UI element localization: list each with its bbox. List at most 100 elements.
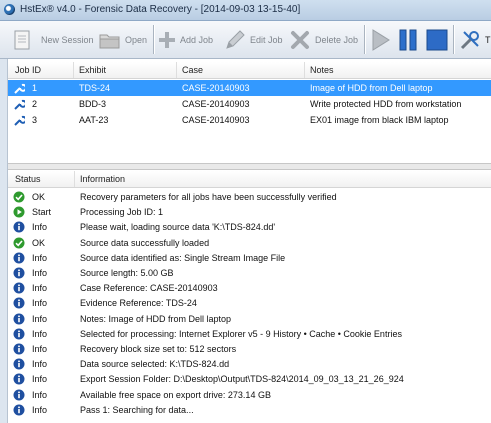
status-cell: OK: [32, 192, 46, 202]
info-icon: [13, 221, 25, 233]
log-row[interactable]: Info Source data identified as: Single St…: [8, 250, 491, 265]
job-id-cell: 2: [32, 99, 38, 109]
column-header-notes[interactable]: Notes: [310, 65, 334, 75]
information-cell: Source data identified as: Single Stream…: [80, 252, 286, 263]
status-cell: Info: [32, 344, 48, 354]
information-cell: Source data successfully loaded: [80, 237, 210, 248]
log-row[interactable]: Info Selected for processing: Internet Ex…: [8, 326, 491, 341]
status-cell: OK: [32, 237, 46, 248]
log-row[interactable]: Info Data source selected: K:\TDS-824.dd: [8, 356, 491, 371]
tools-label: T: [485, 34, 491, 45]
wrench-icon: [14, 115, 25, 126]
status-cell: Info: [32, 389, 48, 400]
pencil-icon: [226, 29, 245, 49]
log-row[interactable]: OK Source data successfully loaded: [8, 235, 491, 250]
information-cell: Pass 1: Searching for data...: [80, 404, 194, 415]
plus-icon: [159, 31, 175, 48]
log-row[interactable]: Info Case Reference: CASE-20140903: [8, 280, 491, 295]
wrench-icon: [14, 83, 25, 94]
job-row[interactable]: 1 TDS-24 CASE-20140903 Image of HDD from…: [8, 80, 491, 96]
toolbar-separator: [364, 25, 366, 54]
new-session-button[interactable]: New Session: [12, 26, 94, 53]
column-header-case[interactable]: Case: [182, 65, 203, 75]
tools-icon: [460, 30, 479, 49]
information-cell: Processing Job ID: 1: [80, 207, 164, 218]
log-table-header: Status Information: [8, 171, 491, 188]
column-header-job-id[interactable]: Job ID: [15, 65, 41, 75]
delete-job-button[interactable]: Delete Job: [288, 26, 358, 53]
info-icon: [13, 252, 25, 264]
title-bar: HstEx® v4.0 - Forensic Data Recovery - […: [0, 0, 491, 21]
tools-button[interactable]: T: [458, 26, 491, 53]
column-header-status[interactable]: Status: [15, 174, 41, 184]
column-header-information[interactable]: Information: [80, 174, 125, 184]
column-header-exhibit[interactable]: Exhibit: [79, 65, 106, 75]
log-row[interactable]: Start Processing Job ID: 1: [8, 204, 491, 219]
log-table: Status Information OK Recovery parameters…: [8, 171, 491, 423]
pause-icon: [399, 29, 417, 50]
information-cell: Available free space on export drive: 27…: [80, 389, 271, 400]
window-title: HstEx® v4.0 - Forensic Data Recovery - […: [20, 4, 301, 15]
new-session-icon: [14, 30, 30, 49]
delete-x-icon: [291, 30, 309, 49]
information-cell: Recovery block size set to: 512 sectors: [80, 344, 237, 354]
log-row[interactable]: Info Notes: Image of HDD from Dell laptop: [8, 311, 491, 326]
status-cell: Start: [32, 207, 52, 218]
edit-job-label: Edit Job: [250, 34, 283, 45]
info-icon: [13, 343, 25, 355]
case-cell: CASE-20140903: [182, 99, 250, 109]
case-cell: CASE-20140903: [182, 115, 250, 125]
start-button[interactable]: [368, 26, 395, 53]
stop-button[interactable]: [424, 26, 453, 53]
info-icon: [13, 358, 25, 370]
edit-job-button[interactable]: Edit Job: [223, 26, 283, 53]
information-cell: Selected for processing: Internet Explor…: [80, 328, 402, 339]
folder-icon: [99, 34, 120, 48]
log-row[interactable]: OK Recovery parameters for all jobs have …: [8, 189, 491, 204]
case-cell: CASE-20140903: [182, 83, 250, 93]
pane-splitter[interactable]: [8, 163, 491, 170]
log-row[interactable]: Info Pass 1: Searching for data...: [8, 402, 491, 417]
log-row[interactable]: Info Recovery block size set to: 512 sect…: [8, 341, 491, 356]
log-row[interactable]: Info Please wait, loading source data 'K:…: [8, 219, 491, 234]
status-cell: Info: [32, 404, 48, 415]
play-icon: [372, 28, 390, 51]
log-row[interactable]: Info Available free space on export drive…: [8, 387, 491, 402]
exhibit-cell: AAT-23: [79, 115, 109, 125]
app-logo-icon: [4, 4, 15, 15]
pause-button[interactable]: [396, 26, 423, 53]
open-button[interactable]: Open: [98, 26, 147, 53]
information-cell: Notes: Image of HDD from Dell laptop: [80, 313, 232, 324]
status-cell: Info: [32, 374, 48, 385]
toolbar: New Session Open Add Job Edit Job Delete…: [0, 21, 491, 59]
left-border: [0, 59, 8, 423]
status-cell: Info: [32, 268, 48, 278]
wrench-icon: [14, 99, 25, 110]
notes-cell: Image of HDD from Dell laptop: [310, 83, 433, 93]
play-icon: [13, 206, 25, 218]
jobs-table: Job ID Exhibit Case Notes 1 TDS-24 CASE-…: [8, 62, 491, 162]
info-icon: [13, 389, 25, 401]
stop-icon: [426, 29, 448, 50]
add-job-button[interactable]: Add Job: [157, 26, 213, 53]
log-row[interactable]: Info Evidence Reference: TDS-24: [8, 295, 491, 310]
status-cell: Info: [32, 359, 48, 370]
status-cell: Info: [32, 298, 48, 309]
status-cell: Info: [32, 328, 48, 339]
info-icon: [13, 282, 25, 294]
log-row[interactable]: Info Source length: 5.00 GB: [8, 265, 491, 280]
info-icon: [13, 328, 25, 340]
status-cell: Info: [32, 252, 48, 263]
notes-cell: Write protected HDD from workstation: [310, 99, 462, 109]
log-row[interactable]: Info Export Session Folder: D:\Desktop\Ou…: [8, 371, 491, 386]
job-row[interactable]: 2 BDD-3 CASE-20140903 Write protected HD…: [8, 96, 491, 112]
toolbar-separator: [453, 25, 455, 54]
job-row[interactable]: 3 AAT-23 CASE-20140903 EX01 image from b…: [8, 112, 491, 128]
information-cell: Data source selected: K:\TDS-824.dd: [80, 359, 230, 370]
info-icon: [13, 297, 25, 309]
status-cell: Info: [32, 222, 48, 233]
info-icon: [13, 313, 25, 325]
information-cell: Recovery parameters for all jobs have be…: [80, 192, 337, 202]
add-job-label: Add Job: [180, 34, 214, 45]
new-session-label: New Session: [41, 34, 94, 45]
